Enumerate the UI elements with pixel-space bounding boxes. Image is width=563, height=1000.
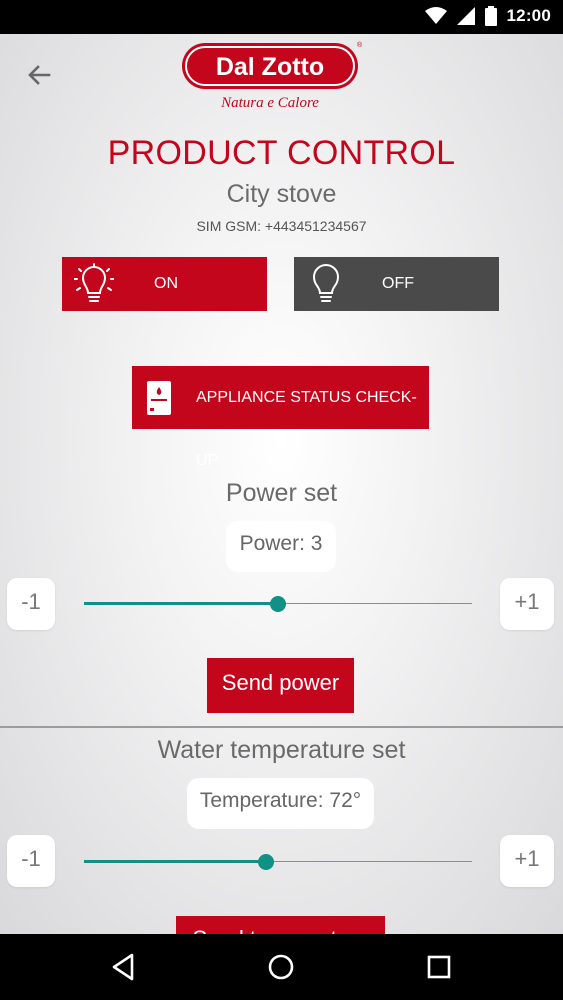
temperature-slider-fill (84, 860, 267, 863)
water-section-title: Water temperature set (157, 736, 406, 764)
nav-back-icon[interactable] (108, 951, 140, 983)
appliance-status-button[interactable]: APPLIANCE STATUS CHECK-UP (132, 366, 429, 469)
temperature-value-display: Temperature: 72° (187, 778, 374, 829)
battery-icon (484, 6, 497, 26)
power-slider[interactable] (84, 594, 472, 614)
on-button[interactable]: ON (62, 257, 267, 311)
signal-icon (456, 7, 475, 25)
temperature-plus-button[interactable]: +1 (500, 835, 554, 887)
brand-name: Dal Zotto (216, 53, 324, 81)
status-bar: 12:00 (0, 0, 563, 34)
lightbulb-off-icon (312, 264, 340, 302)
power-minus-button[interactable]: -1 (7, 578, 55, 630)
on-button-label: ON (154, 275, 178, 292)
off-button[interactable]: OFF (294, 257, 499, 311)
sim-number: SIM GSM: +443451234567 (196, 218, 367, 234)
power-value-display: Power: 3 (226, 521, 336, 572)
nav-recents-icon[interactable] (423, 951, 455, 983)
navigation-bar (0, 934, 563, 1000)
wifi-icon (424, 7, 447, 24)
power-plus-button[interactable]: +1 (500, 578, 554, 630)
send-temperature-button[interactable]: Send temperature (176, 916, 385, 934)
brand-tagline: Natura e Calore (220, 95, 319, 111)
clock: 12:00 (506, 6, 551, 25)
nav-home-icon[interactable] (265, 951, 297, 983)
section-divider (0, 726, 563, 728)
power-section-title: Power set (225, 479, 338, 507)
product-name: City stove (226, 180, 337, 208)
back-arrow-icon[interactable] (22, 58, 56, 92)
off-button-label: OFF (382, 275, 414, 292)
main-content: Dal Zotto ® Natura e Calore PRODUCT CONT… (0, 34, 563, 934)
temperature-slider[interactable] (84, 852, 472, 872)
status-icons: 12:00 (424, 6, 551, 26)
lightbulb-on-icon (74, 263, 114, 302)
temperature-slider-thumb[interactable] (258, 854, 275, 870)
send-power-button[interactable]: Send power (207, 658, 354, 713)
temperature-minus-button[interactable]: -1 (7, 835, 55, 887)
power-slider-thumb[interactable] (270, 596, 286, 612)
power-slider-fill (84, 602, 278, 605)
appliance-status-label: APPLIANCE STATUS CHECK-UP (196, 389, 417, 469)
brand-logo: Dal Zotto ® Natura e Calore (182, 41, 362, 111)
stove-icon (147, 381, 171, 415)
page-title: PRODUCT CONTROL (107, 134, 456, 172)
svg-text:®: ® (357, 41, 362, 49)
